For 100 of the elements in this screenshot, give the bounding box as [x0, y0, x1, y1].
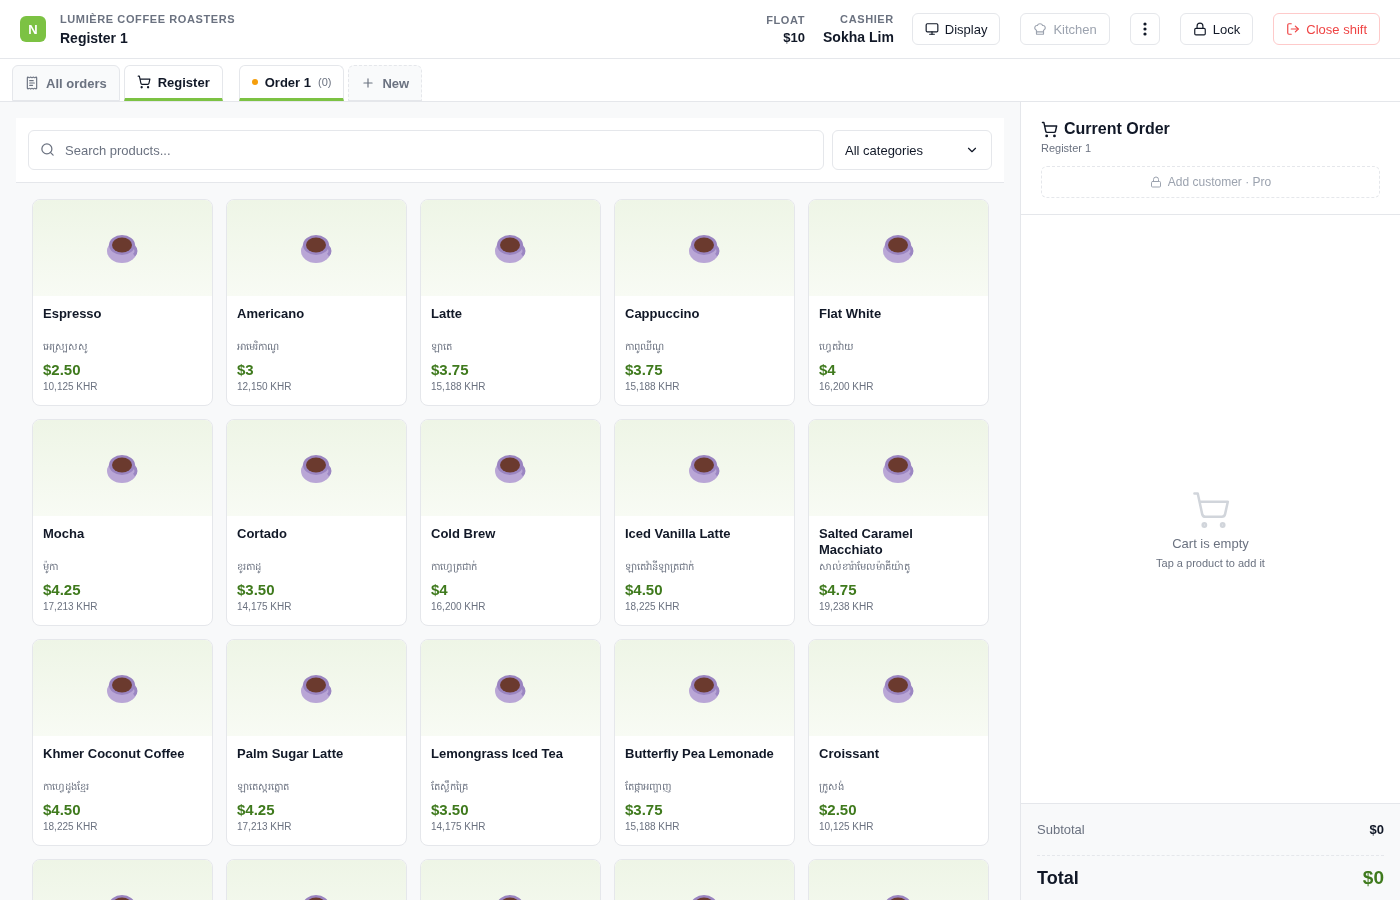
product-card[interactable]: Cortado ខូរតាដូ $3.50 14,175 KHR: [226, 419, 407, 626]
total-value: $0: [1362, 867, 1384, 889]
product-price: $3: [237, 361, 255, 378]
product-name: Iced Vanilla Latte: [625, 526, 732, 543]
stat-label: CASHIER: [840, 13, 894, 25]
product-local-name: ឡាតេ: [431, 340, 453, 355]
product-price: $4.75: [819, 581, 858, 598]
product-price: $2.50: [819, 801, 858, 818]
product-name: Cortado: [237, 526, 288, 543]
product-khr-price: 15,188 KHR: [431, 381, 487, 392]
product-card[interactable]: Salted Caramel Macchiato សាល់ខារ៉ាមែលម៉ាគីយ៉ាតូ $4.75 19,238 KHR: [808, 419, 989, 626]
app-logo: N: [20, 16, 46, 42]
product-khr-price: 17,213 KHR: [237, 821, 293, 832]
product-local-name: តែផ្កាអញ្ចាញ: [625, 780, 673, 795]
product-card[interactable]: Americano អាមេរិកាណូ $3 12,150 KHR: [226, 199, 407, 406]
product-name: Americano: [237, 306, 306, 323]
status-dot: [251, 79, 258, 85]
product-local-name: ឡាតេស្ករត្នោត: [237, 780, 290, 795]
product-khr-price: 18,225 KHR: [625, 601, 681, 612]
cart-icon: [1041, 120, 1058, 138]
product-local-name: កាហ្វេត្រជាក់: [431, 560, 478, 575]
logout-icon: [1286, 22, 1301, 36]
product-khr-price: 16,200 KHR: [819, 381, 875, 392]
chef-hat-icon: [1033, 22, 1048, 36]
product-khr-price: 19,238 KHR: [819, 601, 875, 612]
lock-icon: [1192, 22, 1207, 36]
tab[interactable]: Register: [123, 65, 223, 101]
product-name: Salted Caramel Macchiato: [819, 526, 914, 558]
tab[interactable]: All orders: [12, 65, 120, 101]
stat-label: FLOAT: [766, 13, 806, 26]
product-local-name: ម៉ូកា: [43, 560, 59, 575]
product-khr-price: 10,125 KHR: [819, 821, 875, 832]
subtotal-label: Subtotal: [1037, 822, 1085, 837]
lock-icon: [1149, 176, 1162, 188]
product-price: $4: [431, 581, 449, 598]
search-field[interactable]: Search products...: [28, 130, 824, 170]
cart-icon: [136, 75, 151, 89]
product-name: Mocha: [43, 526, 86, 543]
lock-button[interactable]: Lock: [1179, 13, 1254, 45]
product-price: $3.75: [625, 801, 664, 818]
empty-title: Cart is empty: [1172, 535, 1249, 551]
product-khr-price: 16,200 KHR: [431, 601, 487, 612]
order-title: Current Order: [1064, 120, 1170, 138]
product-local-name: ហ្វេតវ៉ាយ: [819, 340, 855, 355]
more-icon: [1142, 22, 1147, 36]
tab[interactable]: New: [348, 65, 423, 101]
product-khr-price: 18,225 KHR: [43, 821, 99, 832]
product-local-name: ឡាតេវ៉ានីឡាត្រជាក់: [625, 560, 695, 575]
close-button[interactable]: Close shift: [1273, 13, 1380, 45]
product-price: $2.50: [43, 361, 82, 378]
product-local-name: កាហ្វេដូងខ្មែរ: [43, 780, 90, 795]
order-subtitle: Register 1: [1041, 142, 1093, 154]
product-card[interactable]: Lemongrass Iced Tea តែស្លឹកគ្រៃ $3.50 14,175 KHR: [420, 639, 601, 846]
tab[interactable]: Order 1 (0): [238, 65, 345, 101]
float-value: $10: [783, 29, 806, 45]
product-local-name: កាពូឈីណូ: [625, 340, 665, 355]
product-name: Cold Brew: [431, 526, 497, 543]
product-local-name: សាល់ខារ៉ាមែលម៉ាគីយ៉ាតូ: [819, 560, 911, 575]
product-name: Khmer Coconut Coffee: [43, 746, 186, 763]
product-local-name: ខូរតាដូ: [237, 560, 262, 575]
product-card[interactable]: Iced Vanilla Latte ឡាតេវ៉ានីឡាត្រជាក់ $4.50 18,225 KHR: [614, 419, 795, 626]
order-count: (0): [317, 76, 332, 88]
more-button[interactable]: [1129, 13, 1160, 45]
product-price: $4.25: [43, 581, 82, 598]
product-card[interactable]: Butterfly Pea Lemonade តែផ្កាអញ្ចាញ $3.75 15,188 KHR: [614, 639, 795, 846]
product-card[interactable]: Mocha ម៉ូកា $4.25 17,213 KHR: [32, 419, 213, 626]
cashier-name: Sokha Lim: [823, 29, 894, 45]
product-name: Croissant: [819, 746, 880, 763]
product-card[interactable]: Palm Sugar Latte ឡាតេស្ករត្នោត $4.25 17,213 KHR: [226, 639, 407, 846]
receipt-icon: [25, 76, 39, 90]
product-local-name: អេស្រ្បសសូ: [43, 340, 89, 355]
product-name: Palm Sugar Latte: [237, 746, 345, 763]
product-local-name: អាមេរិកាណូ: [237, 340, 280, 355]
product-name: Butterfly Pea Lemonade: [625, 746, 775, 763]
product-price: $3.50: [431, 801, 470, 818]
product-name: Latte: [431, 306, 464, 323]
business-name: LUMIÈRE COFFEE ROASTERS: [60, 12, 237, 25]
plus-icon: [361, 76, 376, 90]
product-card[interactable]: Espresso អេស្រ្បសសូ $2.50 10,125 KHR: [32, 199, 213, 406]
product-khr-price: 12,150 KHR: [237, 381, 293, 392]
product-card[interactable]: Cold Brew កាហ្វេត្រជាក់ $4 16,200 KHR: [420, 419, 601, 626]
product-card[interactable]: Croissant ក្រូសង់ $2.50 10,125 KHR: [808, 639, 989, 846]
product-name: Lemongrass Iced Tea: [431, 746, 564, 763]
display-button[interactable]: Display: [911, 13, 1001, 45]
product-khr-price: 15,188 KHR: [625, 381, 681, 392]
product-khr-price: 14,175 KHR: [431, 821, 487, 832]
product-card[interactable]: Cappuccino កាពូឈីណូ $3.75 15,188 KHR: [614, 199, 795, 406]
product-khr-price: 14,175 KHR: [237, 601, 293, 612]
monitor-icon: [924, 22, 939, 36]
product-card[interactable]: Khmer Coconut Coffee កាហ្វេដូងខ្មែរ $4.50 18,225 KHR: [32, 639, 213, 846]
total-label: Total: [1037, 867, 1079, 889]
category-dropdown[interactable]: All categories: [832, 130, 992, 170]
product-card[interactable]: Flat White ហ្វេតវ៉ាយ $4 16,200 KHR: [808, 199, 989, 406]
product-price: $4.50: [43, 801, 82, 818]
empty-hint: Tap a product to add it: [1156, 556, 1265, 569]
product-khr-price: 17,213 KHR: [43, 601, 99, 612]
product-name: Cappuccino: [625, 306, 701, 323]
product-card[interactable]: Latte ឡាតេ $3.75 15,188 KHR: [420, 199, 601, 406]
empty-cart-icon: [1190, 489, 1231, 530]
product-khr-price: 15,188 KHR: [625, 821, 681, 832]
